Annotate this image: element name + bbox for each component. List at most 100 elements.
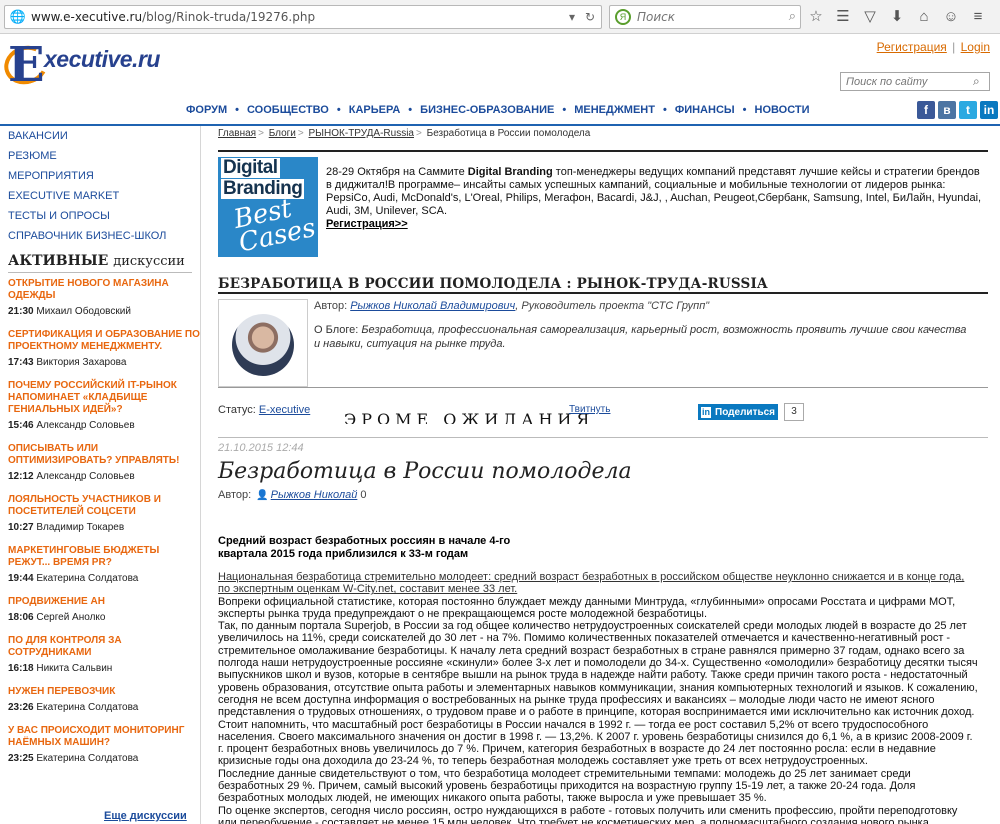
breadcrumb-blogs[interactable]: Блоги: [269, 128, 296, 139]
post-lead: Средний возраст безработных россиян в на…: [218, 535, 511, 560]
nav-community[interactable]: СООБЩЕСТВО: [247, 104, 329, 116]
sidebar-item-tests[interactable]: ТЕСТЫ И ОПРОСЫ: [0, 206, 200, 226]
vk-icon[interactable]: в: [938, 101, 956, 119]
linkedin-icon[interactable]: in: [980, 101, 998, 119]
tweet-button[interactable]: Твитнуть: [569, 404, 610, 415]
bookmark-star-icon[interactable]: ☆: [806, 7, 826, 27]
blog-about: О Блоге: Безработица, профессиональная с…: [314, 324, 967, 350]
discussion-meta: 23:26 Екатерина Солдатова: [8, 702, 139, 713]
post-paragraph: Последние данные свидетельствуют о том, …: [218, 767, 916, 805]
twitter-icon[interactable]: t: [959, 101, 977, 119]
register-link[interactable]: Регистрация: [877, 40, 947, 54]
user-icon: 👤: [256, 490, 269, 501]
breadcrumb-home[interactable]: Главная: [218, 128, 256, 139]
post-date: 21.10.2015 12:44: [218, 442, 304, 454]
post-paragraph: Стоит напомнить, что масштабный рост без…: [218, 718, 973, 768]
blog-title: БЕЗРАБОТИЦА В РОССИИ ПОМОЛОДЕЛА : РЫНОК-…: [218, 276, 768, 292]
discussion-title[interactable]: СЕРТИФИКАЦИЯ И ОБРАЗОВАНИЕ ПО ПРОЕКТНОМУ…: [8, 329, 200, 353]
more-discussions-link[interactable]: Еще дискуссии: [104, 810, 187, 822]
post-author-link[interactable]: Рыжков Николай: [271, 489, 358, 501]
site-logo[interactable]: E xecutive.ru: [0, 37, 184, 95]
browser-toolbar: 🌐 www.e-xecutive.ru/blog/Rinok-truda/192…: [0, 0, 1000, 34]
banner-image[interactable]: Digital Branding Best Cases: [218, 157, 318, 258]
breadcrumb-current: Безработица в России помолодела: [426, 128, 591, 139]
blog-info: Автор: Рыжков Николай Владимирович, Руко…: [218, 292, 988, 388]
loading-overlay-text: ЭРОМЕ ОЖИДАНИЯ: [344, 410, 595, 424]
nav-forum[interactable]: ФОРУМ: [186, 104, 227, 116]
logo-wordmark: xecutive.ru: [44, 46, 160, 72]
discussion-meta: 12:12 Александр Соловьев: [8, 471, 135, 482]
login-link[interactable]: Login: [961, 40, 990, 54]
discussion-title[interactable]: ПОЧЕМУ РОССИЙСКИЙ IT-РЫНОК НАПОМИНАЕТ «К…: [8, 380, 200, 416]
discussion-meta: 16:18 Никита Сальвин: [8, 663, 113, 674]
author-avatar[interactable]: [232, 314, 294, 376]
sidebar-item-schools[interactable]: СПРАВОЧНИК БИЗНЕС-ШКОЛ: [0, 226, 200, 246]
breadcrumb-blog[interactable]: РЫНОК-ТРУДА-Russia: [309, 128, 414, 139]
site-search-icon[interactable]: ⌕: [973, 74, 980, 89]
dropdown-icon[interactable]: ▾: [563, 8, 581, 26]
nav-career[interactable]: КАРЬЕРА: [349, 104, 401, 116]
discussion-title[interactable]: НУЖЕН ПЕРЕВОЗЧИК: [8, 686, 200, 698]
post-paragraph: Вопреки официальной статистике, которая …: [218, 595, 956, 620]
post-author: Автор: 👤 Рыжков Николай 0: [218, 489, 367, 501]
discussion-title[interactable]: ЛОЯЛЬНОСТЬ УЧАСТНИКОВ И ПОСЕТИТЕЛЕЙ СОЦС…: [8, 494, 200, 518]
discussion-title[interactable]: ОПИСЫВАТЬ ИЛИ ОПТИМИЗИРОВАТЬ? УПРАВЛЯТЬ!: [8, 443, 200, 467]
discussion-meta: 17:43 Виктория Захарова: [8, 357, 127, 368]
blog-author: Автор: Рыжков Николай Владимирович, Руко…: [314, 300, 710, 312]
banner-text: 28-29 Октября на Саммите Digital Brandin…: [326, 166, 982, 230]
nav-management[interactable]: МЕНЕДЖМЕНТ: [574, 104, 655, 116]
discussion-title[interactable]: ПО ДЛЯ КОНТРОЛЯ ЗА СОТРУДНИКАМИ: [8, 635, 200, 659]
menu-icon[interactable]: ≡: [968, 7, 988, 27]
site-search-input[interactable]: [840, 72, 990, 91]
browser-search-input[interactable]: [637, 10, 777, 24]
sidebar-item-events[interactable]: МЕРОПРИЯТИЯ: [0, 166, 200, 186]
address-bar[interactable]: 🌐 www.e-xecutive.ru/blog/Rinok-truda/192…: [4, 5, 602, 29]
post-paragraph[interactable]: Национальная безработица стремительно мо…: [218, 571, 978, 596]
left-sidebar: ВАКАНСИИ РЕЗЮМЕ МЕРОПРИЯТИЯ EXECUTIVE MA…: [0, 126, 200, 766]
discussion-title[interactable]: У ВАС ПРОИСХОДИТ МОНИТОРИНГ НАЁМНЫХ МАШИ…: [8, 725, 200, 749]
discussion-meta: 21:30 Михаил Ободовский: [8, 306, 131, 317]
discussion-title[interactable]: ПРОДВИЖЕНИЕ АН: [8, 596, 200, 608]
discussion-list: ОТКРЫТИЕ НОВОГО МАГАЗИНА ОДЕЖДЫ 21:30 Ми…: [0, 278, 200, 766]
chat-icon[interactable]: ☺: [941, 7, 961, 27]
reading-list-icon[interactable]: ☰: [833, 7, 853, 27]
download-icon[interactable]: ⬇: [887, 7, 907, 27]
discussion-meta: 19:44 Екатерина Солдатова: [8, 573, 139, 584]
discussion-meta: 23:25 Екатерина Солдатова: [8, 753, 139, 764]
active-discussions-heading: АКТИВНЫЕ дискуссии: [8, 253, 185, 269]
sidebar-item-market[interactable]: EXECUTIVE MARKET: [0, 186, 200, 206]
search-icon[interactable]: ⌕: [789, 8, 796, 24]
discussion-meta: 15:46 Александр Соловьев: [8, 420, 135, 431]
status-line: Статус: E-xecutive: [218, 404, 311, 416]
sidebar-menu: ВАКАНСИИ РЕЗЮМЕ МЕРОПРИЯТИЯ EXECUTIVE MA…: [0, 126, 200, 246]
nav-news[interactable]: НОВОСТИ: [755, 104, 810, 116]
linkedin-icon: in: [701, 406, 711, 418]
browser-search-bar[interactable]: Я ⌕: [609, 5, 801, 29]
post-body: Национальная безработица стремительно мо…: [218, 571, 978, 824]
discussion-meta: 18:06 Сергей Анолко: [8, 612, 106, 623]
blog-author-link[interactable]: Рыжков Николай Владимирович: [350, 300, 515, 312]
status-link[interactable]: E-xecutive: [259, 404, 310, 416]
nav-business-education[interactable]: БИЗНЕС-ОБРАЗОВАНИЕ: [420, 104, 554, 116]
facebook-icon[interactable]: f: [917, 101, 935, 119]
discussion-title[interactable]: ОТКРЫТИЕ НОВОГО МАГАЗИНА ОДЕЖДЫ: [8, 278, 200, 302]
social-links: f в t in: [917, 101, 998, 119]
logo-e-letter: E: [8, 37, 45, 93]
nav-finance[interactable]: ФИНАНСЫ: [675, 104, 735, 116]
globe-icon: 🌐: [9, 9, 27, 24]
share-count: 3: [784, 403, 804, 421]
pocket-icon[interactable]: ▽: [860, 7, 880, 27]
banner-register-link[interactable]: Регистрация>>: [326, 218, 408, 230]
url-text[interactable]: www.e-xecutive.ru/blog/Rinok-truda/19276…: [31, 10, 315, 24]
home-icon[interactable]: ⌂: [914, 7, 934, 27]
sidebar-item-vacancies[interactable]: ВАКАНСИИ: [0, 126, 200, 146]
linkedin-share-button[interactable]: in Поделиться: [698, 404, 778, 420]
reload-icon[interactable]: ↻: [581, 8, 599, 26]
yandex-icon: Я: [615, 9, 631, 25]
post-paragraph: Так, по данным портала Superjob, в Росси…: [218, 620, 978, 719]
sidebar-item-resume[interactable]: РЕЗЮМЕ: [0, 146, 200, 166]
discussion-meta: 10:27 Владимир Токарев: [8, 522, 125, 533]
breadcrumb: Главная > Блоги > РЫНОК-ТРУДА-Russia > Безр…: [218, 128, 591, 139]
discussion-title[interactable]: МАРКЕТИНГОВЫЕ БЮДЖЕТЫ РЕЖУТ... ВРЕМЯ PR?: [8, 545, 200, 569]
promo-banner: Digital Branding Best Cases 28-29 Октября …: [218, 150, 988, 258]
